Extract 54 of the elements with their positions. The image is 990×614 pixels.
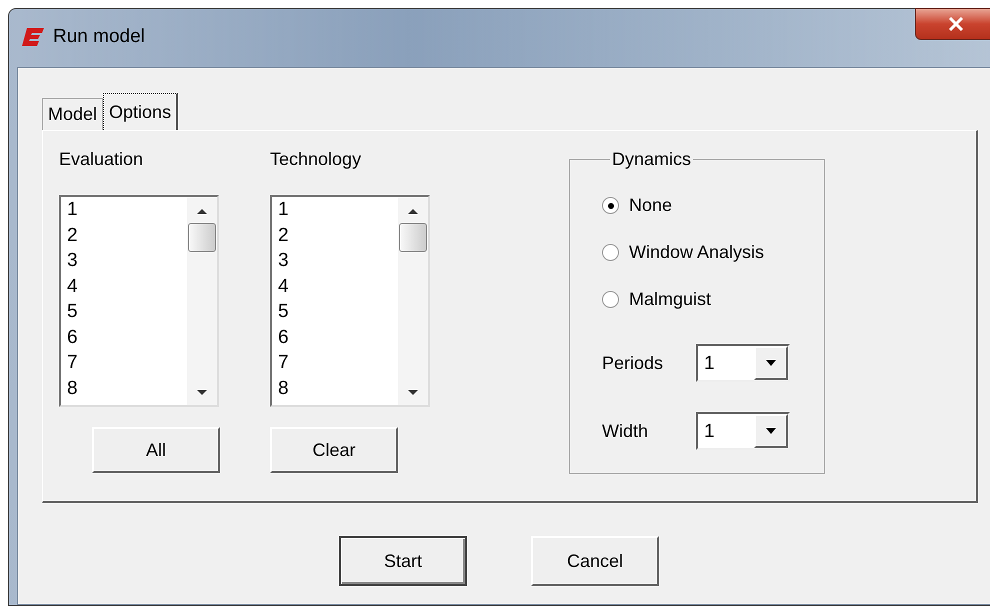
list-item[interactable]: 3	[278, 248, 398, 274]
scroll-down-icon[interactable]	[196, 389, 208, 397]
field-label: Width	[602, 420, 650, 442]
radio-option[interactable]: Malmguist	[602, 276, 824, 323]
window-title: Run model	[53, 26, 145, 48]
list-item[interactable]: 7	[278, 350, 398, 376]
list-item[interactable]: 4	[278, 274, 398, 299]
list-box[interactable]: 1 2 3 4 5 6 7 8	[59, 195, 219, 407]
radio-button[interactable]	[602, 244, 619, 261]
scrollbar[interactable]	[187, 197, 217, 405]
list-item[interactable]: 5	[67, 299, 187, 324]
list-label: Technology	[270, 149, 362, 171]
close-button[interactable]	[915, 8, 990, 40]
list-item[interactable]: 2	[278, 222, 398, 248]
dialog-button[interactable]: Cancel	[531, 536, 659, 586]
radio-option[interactable]: Window Analysis	[602, 229, 824, 276]
list-button[interactable]: Clear	[270, 427, 398, 473]
scroll-thumb[interactable]	[399, 223, 427, 252]
radio-button[interactable]	[602, 291, 619, 308]
scrollbar[interactable]	[398, 197, 428, 405]
dropdown-value: 1	[703, 352, 716, 376]
dropdown[interactable]: 1	[696, 412, 790, 450]
app-logo-icon	[21, 25, 45, 49]
list-item[interactable]: 1	[67, 197, 187, 222]
list-label: Evaluation	[59, 149, 144, 171]
radio-button[interactable]	[602, 197, 619, 214]
close-icon	[948, 17, 964, 31]
radio-label: Window Analysis	[629, 242, 764, 263]
list-item[interactable]: 5	[278, 299, 398, 324]
scroll-up-icon[interactable]	[196, 207, 208, 215]
group-title: Dynamics	[611, 149, 692, 170]
list-item[interactable]: 8	[67, 376, 187, 401]
list-item[interactable]: 3	[67, 248, 187, 274]
list-box[interactable]: 1 2 3 4 5 6 7 8	[270, 195, 430, 407]
list-button[interactable]: All	[92, 427, 220, 473]
dropdown-value: 1	[703, 420, 716, 444]
field-label: Periods	[602, 352, 664, 374]
tab[interactable]: Options	[103, 93, 178, 130]
list-item[interactable]: 6	[278, 324, 398, 350]
radio-label: Malmguist	[629, 289, 712, 310]
scroll-up-icon[interactable]	[407, 207, 419, 215]
list-item[interactable]: 8	[278, 376, 398, 401]
list-item[interactable]: 1	[278, 197, 398, 222]
scroll-down-icon[interactable]	[407, 389, 419, 397]
radio-option[interactable]: None	[602, 182, 824, 229]
dropdown[interactable]: 1	[696, 344, 790, 382]
list-item[interactable]: 7	[67, 350, 187, 376]
tab[interactable]: Model	[42, 98, 104, 130]
scroll-thumb[interactable]	[188, 223, 216, 252]
list-item[interactable]: 4	[67, 274, 187, 299]
list-item[interactable]: 2	[67, 222, 187, 248]
list-item[interactable]: 6	[67, 324, 187, 350]
dialog-button[interactable]: Start	[339, 536, 467, 586]
radio-label: None	[629, 195, 672, 216]
